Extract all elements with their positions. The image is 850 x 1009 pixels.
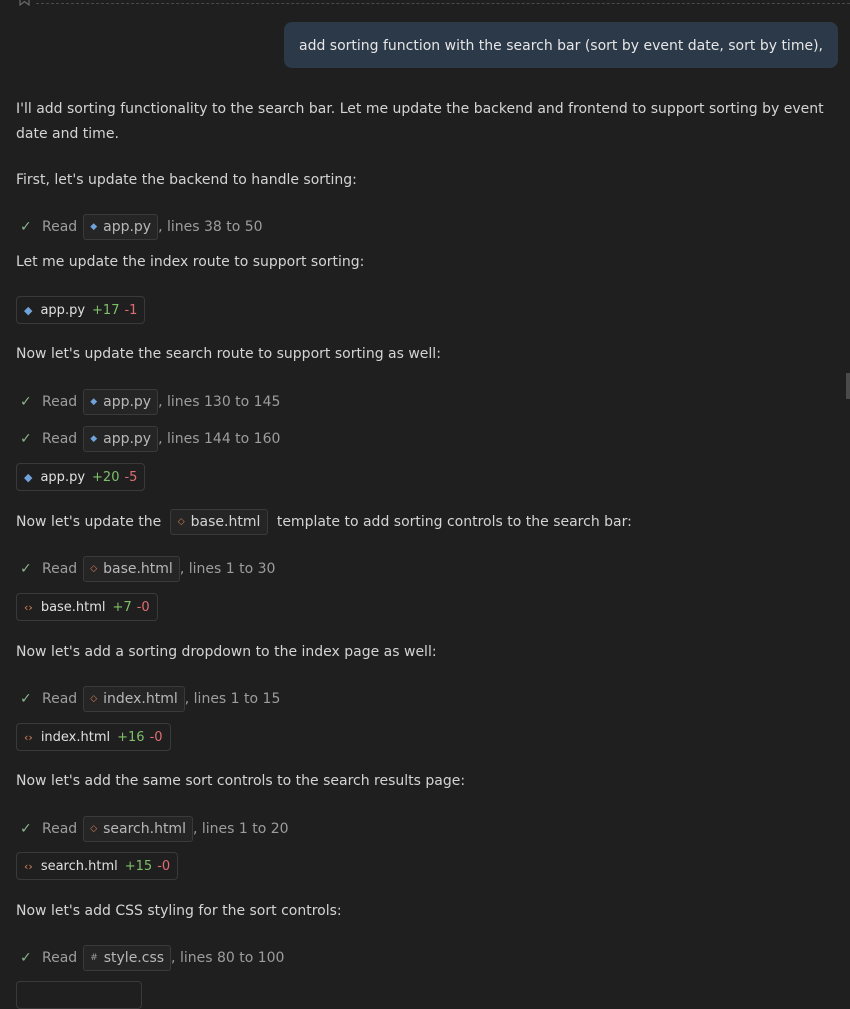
file-chip[interactable]: ◆ app.py: [83, 389, 159, 415]
read-label: Read: [42, 821, 78, 837]
lines-added: +16: [117, 729, 145, 745]
line-range: , lines 1 to 30: [179, 561, 276, 577]
css-file-icon: #: [90, 953, 98, 963]
file-name: search.html: [103, 821, 186, 837]
python-file-icon: ◆: [90, 397, 98, 407]
file-chip[interactable]: ◆ app.py: [83, 426, 159, 452]
step-text: Let me update the index route to support…: [16, 254, 365, 270]
read-row: ✓ Read # style.css , lines 80 to 100: [20, 945, 284, 971]
html-file-icon: ◇: [90, 564, 98, 574]
read-label: Read: [42, 394, 78, 410]
read-row: ✓ Read ◆ app.py , lines 144 to 160: [20, 426, 280, 452]
lines-removed: -1: [124, 302, 138, 318]
lines-added: +15: [124, 858, 153, 874]
step-text: Now let's update the ◇ base.html template…: [16, 509, 834, 535]
html-file-icon: ◇: [90, 824, 98, 834]
file-name: index.html: [40, 729, 111, 745]
file-name: app.py: [103, 431, 152, 447]
edit-chip[interactable]: ◆ app.py +17 -1: [16, 296, 146, 324]
python-file-icon: ◆: [24, 303, 33, 317]
file-chip[interactable]: ◇ base.html: [169, 509, 269, 535]
read-label: Read: [42, 691, 78, 707]
edit-chip[interactable]: ‹› search.html +15 -0: [16, 852, 179, 880]
edit-chip[interactable]: ◆ app.py +20 -5: [16, 463, 146, 491]
lines-removed: -5: [124, 469, 138, 485]
line-range: , lines 144 to 160: [158, 431, 281, 447]
python-file-icon: ◆: [90, 434, 98, 444]
edit-chip[interactable]: ‹› index.html +16 -0: [16, 723, 171, 751]
file-chip[interactable]: # style.css: [83, 945, 172, 971]
file-name: search.html: [40, 858, 118, 874]
read-row: ✓ Read ◆ app.py , lines 130 to 145: [20, 389, 280, 415]
read-label: Read: [42, 219, 78, 235]
line-range: , lines 1 to 15: [184, 691, 281, 707]
file-name: base.html: [40, 599, 106, 615]
lines-removed: -0: [157, 858, 171, 874]
lines-added: +7: [112, 599, 132, 615]
file-name: base.html: [103, 561, 173, 577]
read-row: ✓ Read ◆ app.py , lines 38 to 50: [20, 214, 263, 240]
html-file-icon: ‹›: [24, 859, 33, 873]
file-name: app.py: [103, 219, 152, 235]
step-text: Now let's add CSS styling for the sort c…: [16, 903, 342, 919]
read-label: Read: [42, 431, 78, 447]
file-name: index.html: [103, 691, 178, 707]
intro-text: I'll add sorting functionality to the se…: [16, 101, 824, 142]
check-icon: ✓: [20, 394, 32, 410]
file-name: base.html: [190, 513, 261, 530]
step-text-post: template to add sorting controls to the …: [276, 514, 632, 530]
check-icon: ✓: [20, 219, 32, 235]
lines-added: +20: [92, 469, 120, 485]
lines-removed: -0: [136, 599, 150, 615]
file-chip[interactable]: ◇ base.html: [83, 556, 180, 582]
line-range: , lines 80 to 100: [171, 950, 285, 966]
step-text: Now let's add a sorting dropdown to the …: [16, 644, 437, 660]
file-name: app.py: [40, 469, 86, 485]
file-chip[interactable]: ◆ app.py: [83, 214, 159, 240]
edit-chip[interactable]: ‹› base.html +7 -0: [16, 593, 158, 621]
file-name: app.py: [40, 302, 86, 318]
user-message: add sorting function with the search bar…: [283, 22, 838, 68]
step-text: Now let's update the search route to sup…: [16, 346, 441, 362]
step-text: First, let's update the backend to handl…: [16, 172, 357, 188]
line-range: , lines 1 to 20: [192, 821, 289, 837]
html-file-icon: ‹›: [24, 600, 33, 614]
step-text-pre: Now let's update the: [16, 514, 162, 530]
step-text: Now let's add the same sort controls to …: [16, 773, 466, 789]
check-icon: ✓: [20, 950, 32, 966]
check-icon: ✓: [20, 691, 32, 707]
html-file-icon: ◇: [177, 516, 185, 527]
read-label: Read: [42, 950, 78, 966]
read-row: ✓ Read ◇ search.html , lines 1 to 20: [20, 816, 289, 842]
check-icon: ✓: [20, 821, 32, 837]
read-label: Read: [42, 561, 78, 577]
html-file-icon: ◇: [90, 694, 98, 704]
divider: [36, 3, 850, 4]
lines-removed: -0: [149, 729, 163, 745]
check-icon: ✓: [20, 561, 32, 577]
line-range: , lines 38 to 50: [158, 219, 263, 235]
check-icon: ✓: [20, 431, 32, 447]
file-chip[interactable]: ◇ index.html: [83, 686, 185, 712]
read-row: ✓ Read ◇ index.html , lines 1 to 15: [20, 686, 280, 712]
file-name: style.css: [103, 950, 165, 966]
scrollbar-marker[interactable]: [846, 373, 850, 399]
edit-chip[interactable]: [16, 981, 142, 1009]
python-file-icon: ◆: [24, 470, 33, 484]
file-chip[interactable]: ◇ search.html: [83, 816, 193, 842]
bookmark-icon[interactable]: [19, 0, 30, 6]
line-range: , lines 130 to 145: [158, 394, 281, 410]
read-row: ✓ Read ◇ base.html , lines 1 to 30: [20, 556, 275, 582]
lines-added: +17: [92, 302, 120, 318]
python-file-icon: ◆: [90, 222, 98, 232]
html-file-icon: ‹›: [24, 730, 33, 744]
file-name: app.py: [103, 394, 152, 410]
